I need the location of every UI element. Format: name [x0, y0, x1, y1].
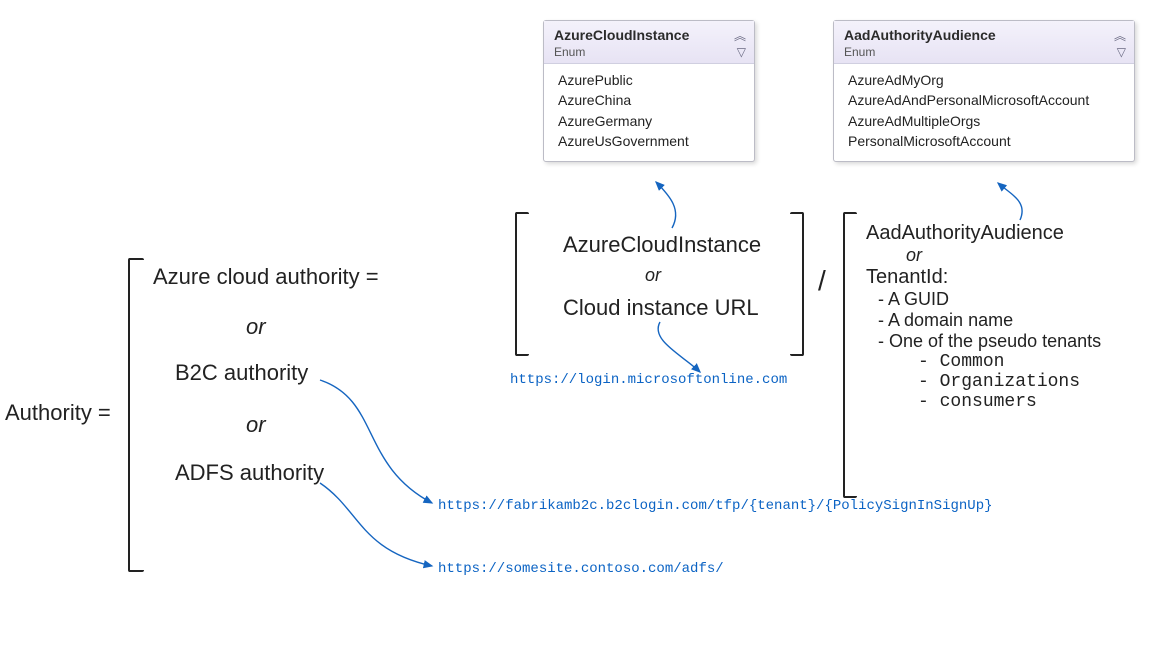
enum-value: PersonalMicrosoftAccount [848, 131, 1124, 151]
enum-subtitle: Enum [844, 45, 1124, 59]
enum-value: AzureGermany [558, 111, 744, 131]
tenant-id-list: A GUID A domain name One of the pseudo t… [878, 289, 1166, 412]
enum-title: AadAuthorityAudience [844, 27, 1124, 43]
enum-body: AzureAdMyOrg AzureAdAndPersonalMicrosoft… [834, 64, 1134, 161]
collapse-icon[interactable]: ︽ [734, 27, 746, 44]
enum-header: AzureCloudInstance Enum ︽ ▽ [544, 21, 754, 64]
azure-cloud-authority-label: Azure cloud authority = [153, 264, 379, 290]
list-item: consumers [918, 392, 1166, 412]
login-url-text: https://login.microsoftonline.com [510, 372, 787, 388]
bracket-cloud-open [515, 212, 529, 356]
enum-value: AzureAdAndPersonalMicrosoftAccount [848, 90, 1124, 110]
enum-box-azure-cloud-instance: AzureCloudInstance Enum ︽ ▽ AzurePublic … [543, 20, 755, 162]
collapse-icon[interactable]: ︽ [1114, 27, 1126, 44]
enum-value: AzureAdMyOrg [848, 70, 1124, 90]
or-label: or [645, 265, 661, 286]
enum-box-aad-authority-audience: AadAuthorityAudience Enum ︽ ▽ AzureAdMyO… [833, 20, 1135, 162]
enum-title: AzureCloudInstance [554, 27, 744, 43]
enum-value: AzureUsGovernment [558, 131, 744, 151]
list-item: Organizations [918, 372, 1166, 392]
or-label: or [906, 245, 1166, 266]
tenant-id-label: TenantId: [866, 266, 1166, 289]
azure-cloud-instance-label: AzureCloudInstance [563, 232, 761, 258]
adfs-authority-label: ADFS authority [175, 460, 324, 486]
or-label: or [246, 314, 266, 340]
b2c-authority-label: B2C authority [175, 360, 308, 386]
enum-value: AzureAdMultipleOrgs [848, 111, 1124, 131]
cloud-instance-url-label: Cloud instance URL [563, 295, 759, 321]
bracket-cloud-close [790, 212, 804, 356]
list-item: Common [918, 352, 1166, 372]
list-item: One of the pseudo tenants Common Organiz… [878, 331, 1166, 412]
enum-value: AzureChina [558, 90, 744, 110]
or-label: or [246, 412, 266, 438]
pseudo-tenant-list: Common Organizations consumers [918, 352, 1166, 412]
enum-header: AadAuthorityAudience Enum ︽ ▽ [834, 21, 1134, 64]
enum-subtitle: Enum [554, 45, 744, 59]
filter-icon[interactable]: ▽ [1117, 45, 1126, 59]
bracket-audience-open [843, 212, 857, 498]
bracket-authority-open [128, 258, 144, 572]
arrow-to-adfs-url-icon [320, 483, 432, 566]
slash-separator: / [818, 265, 826, 297]
audience-block: AadAuthorityAudience or TenantId: A GUID… [866, 222, 1166, 412]
list-item: A GUID [878, 289, 1166, 310]
adfs-url-text: https://somesite.contoso.com/adfs/ [438, 561, 724, 577]
aad-authority-audience-label: AadAuthorityAudience [866, 222, 1166, 245]
enum-value: AzurePublic [558, 70, 744, 90]
filter-icon[interactable]: ▽ [737, 45, 746, 59]
enum-body: AzurePublic AzureChina AzureGermany Azur… [544, 64, 754, 161]
arrow-to-b2c-url-icon [320, 380, 432, 503]
arrow-to-enum2-icon [998, 183, 1022, 220]
b2c-url-text: https://fabrikamb2c.b2clogin.com/tfp/{te… [438, 498, 993, 514]
arrow-to-login-url-icon [658, 322, 700, 372]
list-item: A domain name [878, 310, 1166, 331]
arrow-to-enum1-icon [656, 182, 676, 228]
authority-equals-label: Authority = [5, 400, 111, 426]
